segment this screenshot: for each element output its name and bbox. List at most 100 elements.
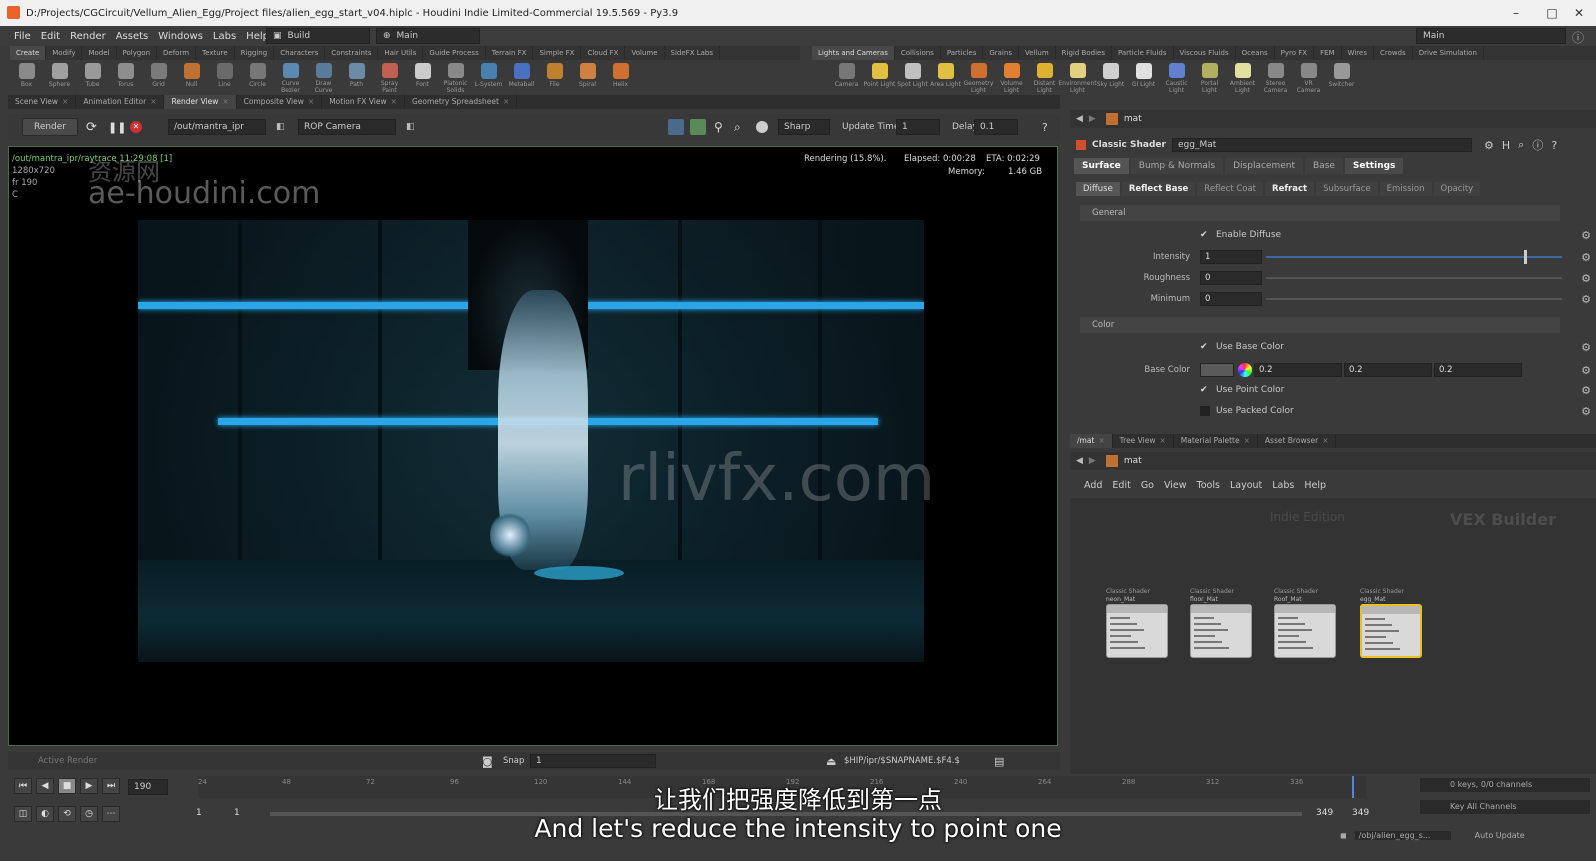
tab-tree-view[interactable]: Tree View × xyxy=(1113,434,1174,448)
gear-icon[interactable]: ⚙ xyxy=(1580,230,1592,242)
tool-portal-light[interactable]: Portal Light xyxy=(1193,60,1226,94)
shelf-tab-oceans[interactable]: Oceans xyxy=(1236,46,1275,60)
tool-switcher[interactable]: Switcher xyxy=(1325,60,1358,94)
network-menu-layout[interactable]: Layout xyxy=(1230,480,1262,491)
parm-subtab-reflect-base[interactable]: Reflect Base xyxy=(1121,182,1196,196)
close-tab-icon[interactable]: × xyxy=(1244,436,1250,445)
tool-metaball[interactable]: Metaball xyxy=(505,60,538,94)
menu-edit[interactable]: Edit xyxy=(41,31,60,42)
network-canvas[interactable]: Indie Edition VEX Builder Classic Shader… xyxy=(1070,498,1596,774)
tab-motion-fx-view[interactable]: Motion FX View × xyxy=(322,95,405,109)
close-tab-icon[interactable]: × xyxy=(1322,436,1328,445)
shelf-tab-polygon[interactable]: Polygon xyxy=(117,46,158,60)
tool-vr-camera[interactable]: VR Camera xyxy=(1292,60,1325,94)
refresh-icon[interactable]: ⟳ xyxy=(86,120,97,135)
parm-subtab-reflect-coat[interactable]: Reflect Coat xyxy=(1197,182,1264,196)
tool-spot-light[interactable]: Spot Light xyxy=(896,60,929,94)
base-color-b[interactable]: 0.2 xyxy=(1434,363,1522,377)
shelf-tab-terrain-fx[interactable]: Terrain FX xyxy=(486,46,534,60)
base-color-g[interactable]: 0.2 xyxy=(1344,363,1432,377)
rop-picker-icon[interactable]: ◧ xyxy=(276,122,285,132)
tool-grid[interactable]: Grid xyxy=(142,60,175,94)
shelf-tab-volume[interactable]: Volume xyxy=(625,46,665,60)
close-tab-icon[interactable]: × xyxy=(1098,436,1104,445)
gear-icon[interactable]: ⚙ xyxy=(1580,365,1592,377)
close-tab-icon[interactable]: × xyxy=(150,97,156,106)
parm-subtab-emission[interactable]: Emission xyxy=(1379,182,1432,196)
tab-render-view[interactable]: Render View × xyxy=(164,95,237,109)
shelf-tab-fem[interactable]: FEM xyxy=(1314,46,1342,60)
parm-tab-bump-normals[interactable]: Bump & Normals xyxy=(1130,158,1224,174)
enable-diffuse-checkbox[interactable]: ✔ xyxy=(1200,230,1210,240)
gear-icon[interactable]: ⚙ xyxy=(1580,273,1592,285)
snap-path[interactable]: $HIP/ipr/$SNAPNAME.$F4.$ xyxy=(844,756,960,766)
shelf-tab-texture[interactable]: Texture xyxy=(196,46,235,60)
tool-geometry-light[interactable]: Geometry Light xyxy=(962,60,995,94)
render-button[interactable]: Render xyxy=(22,118,78,136)
tool-circle[interactable]: Circle xyxy=(241,60,274,94)
gear-icon[interactable]: ⚙ xyxy=(1580,252,1592,264)
parm-tab-surface[interactable]: Surface xyxy=(1074,158,1129,174)
shelf-tab-constraints[interactable]: Constraints xyxy=(325,46,379,60)
tool-sphere[interactable]: Sphere xyxy=(43,60,76,94)
menu-assets[interactable]: Assets xyxy=(116,31,149,42)
base-color-swatch[interactable] xyxy=(1200,363,1234,377)
shelf-tab-model[interactable]: Model xyxy=(82,46,117,60)
help-icon[interactable]: ? xyxy=(1551,139,1557,152)
pin-icon[interactable]: ⚲ xyxy=(714,120,723,134)
tool-gi-light[interactable]: GI Light xyxy=(1127,60,1160,94)
parm-tab-displacement[interactable]: Displacement xyxy=(1225,158,1303,174)
menu-labs[interactable]: Labs xyxy=(213,31,236,42)
shelf-tab-rigging[interactable]: Rigging xyxy=(235,46,275,60)
tab-geometry-spreadsheet[interactable]: Geometry Spreadsheet × xyxy=(405,95,518,109)
shelf-tab-crowds[interactable]: Crowds xyxy=(1374,46,1413,60)
shelf-tab-cloud-fx[interactable]: Cloud FX xyxy=(581,46,626,60)
info-icon[interactable]: ⓘ xyxy=(1532,137,1543,153)
shelf-tab-wires[interactable]: Wires xyxy=(1342,46,1374,60)
gear-icon[interactable]: ⚙ xyxy=(1580,385,1592,397)
tool-font[interactable]: Font xyxy=(406,60,439,94)
shelf-tab-viscous-fluids[interactable]: Viscous Fluids xyxy=(1174,46,1236,60)
tool-ambient-light[interactable]: Ambient Light xyxy=(1226,60,1259,94)
tab-scene-view[interactable]: Scene View × xyxy=(8,95,77,109)
network-path[interactable]: mat xyxy=(1124,456,1142,466)
tab-material-palette[interactable]: Material Palette × xyxy=(1174,434,1258,448)
back-arrow-icon[interactable]: ◀ xyxy=(1076,114,1083,124)
camera-snap-icon[interactable]: ◙ xyxy=(482,755,493,768)
tool-spiral[interactable]: Spiral xyxy=(571,60,604,94)
shelf-tab-guide-process[interactable]: Guide Process xyxy=(423,46,486,60)
tool-box[interactable]: Box xyxy=(10,60,43,94)
sphere-preview-icon[interactable] xyxy=(756,121,768,133)
forward-arrow-icon[interactable]: ▶ xyxy=(1089,114,1096,124)
parm-subtab-refract[interactable]: Refract xyxy=(1265,182,1315,196)
menu-windows[interactable]: Windows xyxy=(158,31,203,42)
material-node[interactable] xyxy=(1190,604,1252,658)
material-node[interactable] xyxy=(1360,604,1422,658)
network-menu-tools[interactable]: Tools xyxy=(1197,480,1220,491)
help-h-icon[interactable]: H xyxy=(1502,139,1510,152)
shelf-tab-sidefx-labs[interactable]: SideFX Labs xyxy=(665,46,720,60)
tool-caustic-light[interactable]: Caustic Light xyxy=(1160,60,1193,94)
network-menu-edit[interactable]: Edit xyxy=(1112,480,1130,491)
use-packed-color-checkbox[interactable] xyxy=(1200,406,1210,416)
tool-draw-curve[interactable]: Draw Curve xyxy=(307,60,340,94)
close-tab-icon[interactable]: × xyxy=(1159,436,1165,445)
color-wheel-icon[interactable] xyxy=(1238,363,1252,377)
parm-subtab-subsurface[interactable]: Subsurface xyxy=(1316,182,1378,196)
help-icon[interactable]: ⓘ xyxy=(1572,29,1584,46)
close-tab-icon[interactable]: × xyxy=(222,97,228,106)
shelf-tab-rigid-bodies[interactable]: Rigid Bodies xyxy=(1056,46,1112,60)
shelf-tab-lights-and-cameras[interactable]: Lights and Cameras xyxy=(812,46,895,60)
preview-toggle-icon[interactable] xyxy=(668,119,684,135)
minimum-field[interactable]: 0 xyxy=(1200,292,1262,306)
tool-spray-paint[interactable]: Spray Paint xyxy=(373,60,406,94)
tool-area-light[interactable]: Area Light xyxy=(929,60,962,94)
intensity-slider-handle[interactable] xyxy=(1524,250,1527,264)
shelf-tab-deform[interactable]: Deform xyxy=(157,46,197,60)
close-tab-icon[interactable]: × xyxy=(308,97,314,106)
update-time-field[interactable]: 1 xyxy=(896,119,940,135)
network-menu-view[interactable]: View xyxy=(1164,480,1187,491)
tool-point-light[interactable]: Point Light xyxy=(863,60,896,94)
forward-arrow-icon[interactable]: ▶ xyxy=(1089,456,1096,466)
parm-tab-settings[interactable]: Settings xyxy=(1344,158,1404,174)
